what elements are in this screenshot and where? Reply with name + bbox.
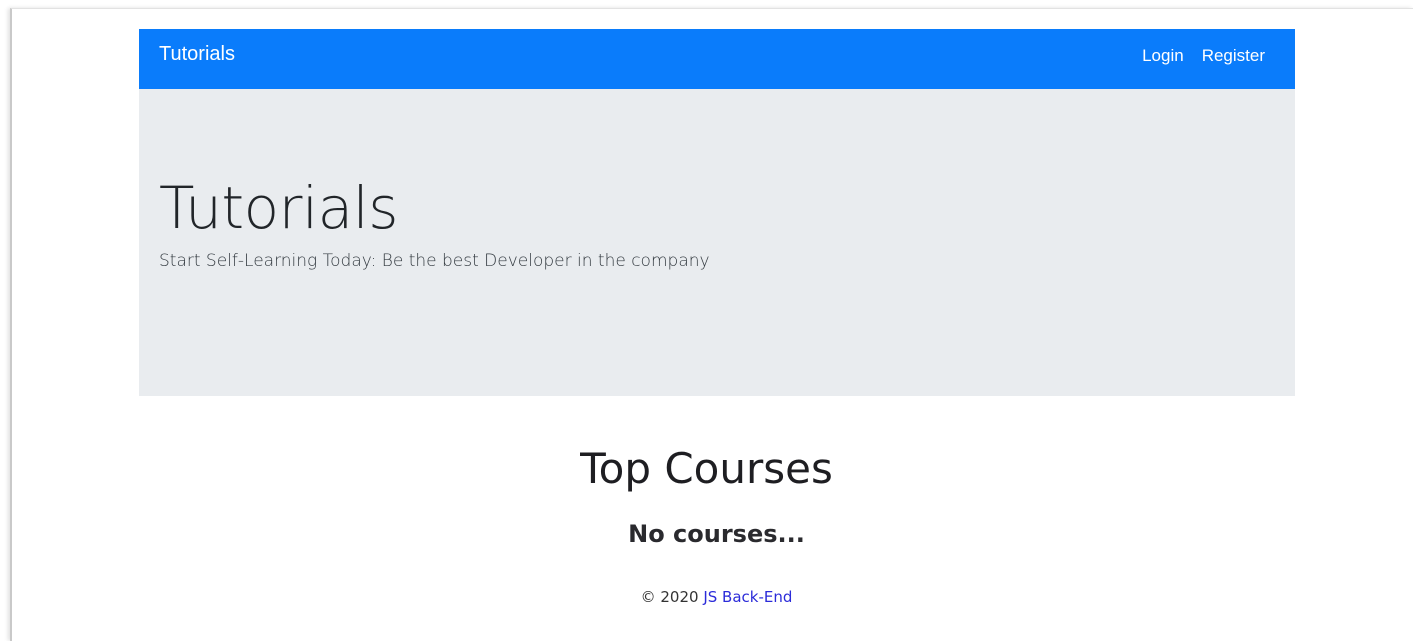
hero-title: Tutorials [159,174,398,242]
hero-jumbotron: Tutorials Start Self-Learning Today: Be … [139,89,1295,396]
navbar: Tutorials Login Register [139,29,1295,89]
footer-link[interactable]: JS Back-End [703,588,792,606]
page-container: Tutorials Login Register Tutorials Start… [139,29,1295,396]
navbar-brand-link[interactable]: Tutorials [159,43,235,66]
top-courses-heading: Top Courses [580,444,833,493]
footer-copyright: © 2020 [640,588,699,606]
register-link[interactable]: Register [1202,46,1265,66]
navbar-links: Login Register [1142,46,1265,66]
no-courses-message: No courses... [628,520,805,548]
footer: © 2020 JS Back-End [0,588,1413,606]
login-link[interactable]: Login [1142,46,1184,66]
hero-subtitle: Start Self-Learning Today: Be the best D… [159,250,710,271]
